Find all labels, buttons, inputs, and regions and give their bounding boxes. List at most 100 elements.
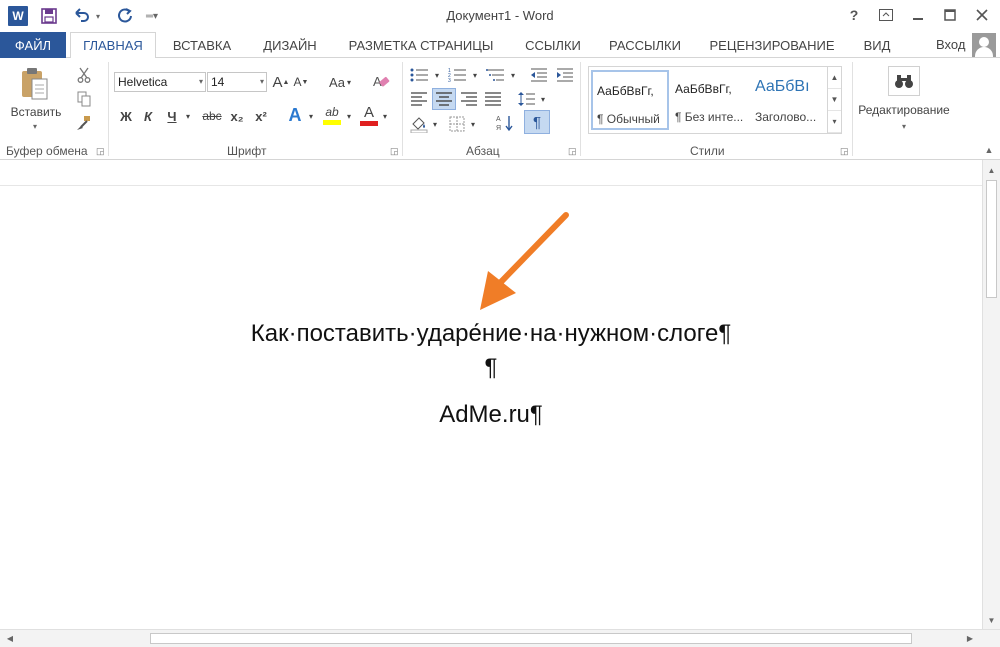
scroll-up-icon[interactable]: ▲ <box>983 162 1000 178</box>
styles-gallery-scroll: ▲ ▼ ▾ <box>827 67 841 133</box>
italic-button[interactable]: К <box>138 106 158 126</box>
change-case-button[interactable]: Aa ▾ <box>326 72 354 92</box>
line-spacing-dropdown-icon[interactable]: ▾ <box>538 90 548 108</box>
style-name: ¶ Обычный <box>597 112 660 126</box>
avatar-icon[interactable] <box>972 33 996 57</box>
style-normal[interactable]: АаБбВвГг, ¶ Обычный <box>591 70 669 130</box>
paste-dropdown-icon[interactable]: ▾ <box>28 120 42 132</box>
underline-button[interactable]: Ч <box>162 106 182 126</box>
tab-review[interactable]: РЕЦЕНЗИРОВАНИЕ <box>700 32 844 58</box>
format-painter-icon[interactable] <box>74 114 94 132</box>
clipboard-group-label: Буфер обмена <box>6 144 88 158</box>
align-left-icon[interactable] <box>408 90 430 108</box>
shading-icon[interactable] <box>408 114 430 134</box>
justify-icon[interactable] <box>482 90 504 108</box>
tab-home[interactable]: ГЛАВНАЯ <box>70 32 156 59</box>
title-bar: W ▾ ═▾ Документ1 - Word ? <box>0 0 1000 32</box>
numbering-icon[interactable]: 123 <box>446 66 470 84</box>
scroll-left-icon[interactable]: ◀ <box>2 630 18 647</box>
binoculars-icon[interactable] <box>888 66 920 96</box>
font-color-glyph: A <box>363 104 374 121</box>
help-icon[interactable]: ? <box>840 4 868 26</box>
svg-text:Я: Я <box>496 125 501 132</box>
multilevel-dropdown-icon[interactable]: ▾ <box>508 66 518 84</box>
document-site-line[interactable]: AdMe.ru¶ <box>0 401 982 429</box>
tab-page-layout[interactable]: РАЗМЕТКА СТРАНИЦЫ <box>336 32 506 58</box>
highlight-button[interactable]: ab <box>320 102 344 128</box>
style-name: ¶ Без инте... <box>675 110 744 124</box>
close-icon[interactable] <box>968 4 996 26</box>
bullets-dropdown-icon[interactable]: ▾ <box>432 66 442 84</box>
shrink-font-glyph: A <box>293 75 302 89</box>
bold-button[interactable]: Ж <box>116 106 136 126</box>
tab-mailings[interactable]: РАССЫЛКИ <box>598 32 692 58</box>
paragraph-launcher-icon[interactable]: ◲ <box>568 146 578 156</box>
clear-formatting-icon[interactable]: A <box>370 70 392 92</box>
paste-icon[interactable] <box>14 66 54 102</box>
styles-launcher-icon[interactable]: ◲ <box>840 146 850 156</box>
sign-in-link[interactable]: Вход <box>936 37 965 52</box>
minimize-icon[interactable] <box>904 4 932 26</box>
font-size-dropdown-icon[interactable]: ▾ <box>260 77 264 86</box>
horizontal-scroll-thumb[interactable] <box>150 633 912 644</box>
style-no-spacing[interactable]: АаБбВвГг, ¶ Без инте... <box>671 70 749 130</box>
show-formatting-marks-button[interactable]: ¶ <box>524 110 550 134</box>
cut-icon[interactable] <box>74 66 94 84</box>
editing-dropdown-icon[interactable]: ▾ <box>898 120 910 132</box>
change-case-label: Aa <box>329 74 345 90</box>
font-size-field[interactable]: 14 ▾ <box>207 72 267 92</box>
font-name-dropdown-icon[interactable]: ▾ <box>199 77 203 86</box>
paste-button[interactable]: Вставить <box>4 104 68 120</box>
highlight-dropdown-icon[interactable]: ▾ <box>344 106 354 126</box>
line-spacing-icon[interactable] <box>516 90 538 108</box>
numbering-dropdown-icon[interactable]: ▾ <box>470 66 480 84</box>
align-right-icon[interactable] <box>458 90 480 108</box>
tab-view[interactable]: ВИД <box>852 32 902 58</box>
font-name-field[interactable]: Helvetica ▾ <box>114 72 206 92</box>
multilevel-list-icon[interactable] <box>484 66 508 84</box>
document-empty-paragraph[interactable]: ¶ <box>0 354 982 382</box>
grow-font-button[interactable]: A ▲ <box>272 72 290 92</box>
maximize-icon[interactable] <box>936 4 964 26</box>
decrease-indent-icon[interactable] <box>528 66 550 84</box>
tab-insert[interactable]: ВСТАВКА <box>160 32 244 58</box>
bullets-icon[interactable] <box>408 66 432 84</box>
clipboard-launcher-icon[interactable]: ◲ <box>96 146 106 156</box>
tab-design[interactable]: ДИЗАЙН <box>250 32 330 58</box>
vertical-scroll-thumb[interactable] <box>986 180 997 298</box>
align-center-icon[interactable] <box>432 88 456 110</box>
shrink-font-button[interactable]: A ▼ <box>292 72 310 92</box>
font-launcher-icon[interactable]: ◲ <box>390 146 400 156</box>
style-sample: АаБбВвГг, <box>675 82 732 96</box>
borders-icon[interactable] <box>446 114 468 134</box>
increase-indent-icon[interactable] <box>554 66 576 84</box>
font-color-button[interactable]: A <box>358 102 380 128</box>
copy-icon[interactable] <box>74 90 94 108</box>
style-sample: АаБбВвГг, <box>597 84 654 98</box>
font-color-dropdown-icon[interactable]: ▾ <box>380 106 390 126</box>
superscript-button[interactable]: x² <box>250 106 272 126</box>
collapse-ribbon-icon[interactable]: ▲ <box>982 144 996 156</box>
shading-dropdown-icon[interactable]: ▾ <box>430 114 440 134</box>
group-divider <box>580 62 581 156</box>
underline-dropdown-icon[interactable]: ▾ <box>182 106 194 126</box>
ribbon-display-icon[interactable] <box>872 4 900 26</box>
borders-dropdown-icon[interactable]: ▾ <box>468 114 478 134</box>
subscript-button[interactable]: x₂ <box>226 106 248 126</box>
scroll-down-icon[interactable]: ▼ <box>983 612 1000 628</box>
style-heading-1[interactable]: АаБбВı Заголово... <box>751 70 825 130</box>
text-effects-button[interactable]: A <box>284 104 306 126</box>
font-name-value: Helvetica <box>118 75 168 89</box>
scroll-right-icon[interactable]: ▶ <box>962 630 978 647</box>
tab-file[interactable]: ФАЙЛ <box>0 32 66 58</box>
sort-icon[interactable]: AЯ <box>494 112 516 134</box>
styles-scroll-down-icon[interactable]: ▼ <box>828 89 841 111</box>
styles-scroll-up-icon[interactable]: ▲ <box>828 67 841 89</box>
vertical-scrollbar[interactable]: ▲ ▼ <box>982 160 1000 630</box>
tab-references[interactable]: ССЫЛКИ <box>512 32 594 58</box>
editing-button[interactable]: Редактирование <box>856 102 952 118</box>
horizontal-scrollbar[interactable]: ◀ ▶ <box>0 629 1000 647</box>
text-effects-dropdown-icon[interactable]: ▾ <box>306 106 316 126</box>
styles-more-icon[interactable]: ▾ <box>828 111 841 133</box>
strikethrough-button[interactable]: abc <box>198 106 226 126</box>
